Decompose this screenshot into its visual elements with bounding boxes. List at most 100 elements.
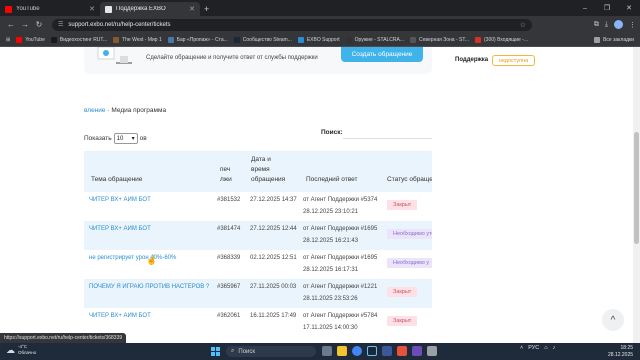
app-icon[interactable]	[427, 346, 437, 356]
cloud-icon: ☁	[6, 344, 15, 355]
youtube-icon	[16, 36, 23, 43]
task-view-icon[interactable]	[322, 346, 332, 356]
bookmark-label: Оружие - STALCRA...	[354, 36, 405, 43]
ticket-date: 16.11.2025 17:49	[250, 313, 297, 319]
clock-date: 28.12.2025	[608, 351, 634, 358]
link-status-url: https://support.exbo.net/ru/help-center/…	[0, 333, 127, 343]
col-id[interactable]: печ лжи	[220, 165, 232, 185]
scroll-to-top-button[interactable]: ^	[602, 309, 624, 331]
breadcrumb-current: Медиа программа	[111, 107, 167, 114]
bookmark-item[interactable]: Оружие - STALCRA...	[345, 36, 405, 43]
status-badge: Закрыт	[387, 287, 418, 297]
bookmark-label: The West - Мир 1	[122, 36, 162, 43]
tab-exbo-support[interactable]: Поддержка EXBO ✕	[100, 2, 200, 16]
bookmark-item[interactable]: Сообщество Steam...	[233, 36, 292, 43]
the-west-icon	[113, 36, 120, 43]
back-icon[interactable]: ←	[4, 20, 18, 29]
bookmark-label: Все закладки	[603, 36, 634, 43]
col-last-answer[interactable]: Последний ответ	[306, 175, 357, 185]
language-indicator[interactable]: РУС	[528, 345, 539, 351]
bookmark-item[interactable]: The West - Мир 1	[113, 36, 162, 43]
ticket-date: 27.12.2025 12:44	[250, 226, 297, 232]
col-date[interactable]: Дата и время обращения	[251, 155, 285, 185]
col-date-line: Дата и	[251, 156, 271, 163]
ticket-id: #362061	[217, 313, 241, 319]
table-row[interactable]: ЧИТЕР ВХ+ АИМ БОТ #381532 27.12.2025 14:…	[84, 192, 432, 221]
bookmark-item[interactable]: Северная Зона - ST...	[410, 36, 469, 43]
last-answer-date: 28.12.2025 16:21:43	[303, 238, 359, 244]
bookmark-item[interactable]: EXBO Support	[297, 36, 340, 43]
search-input[interactable]	[343, 128, 432, 139]
minimize-button[interactable]: –	[574, 0, 596, 16]
ticket-subject-link[interactable]: ПОЧЕМУ Я ИГРАЮ ПРОТИВ НАСТЕРОВ ?	[89, 281, 209, 293]
rutube-icon	[50, 36, 57, 43]
bookmark-star-icon[interactable]: ☆	[520, 21, 526, 29]
youtube-icon	[5, 5, 12, 13]
ticket-subject-link[interactable]: ЧИТЕР ВХ+ АИМ БОТ	[89, 310, 151, 322]
col-status[interactable]: Статус обраще	[387, 175, 432, 185]
weather-widget[interactable]: ☁ -4°C Облачно	[6, 344, 36, 356]
new-tab-button[interactable]: +	[204, 2, 209, 16]
stalcraft-icon	[345, 36, 352, 43]
table-row[interactable]: не регистрирует урон 40%-60% #368339 02.…	[84, 250, 432, 279]
page-size-value: 10	[116, 135, 124, 142]
table-row[interactable]: ЧИТЕР ВХ+ АИМ БОТ #381474 27.12.2025 12:…	[84, 221, 432, 250]
col-id-line: печ	[220, 166, 231, 173]
last-answer: от Агент Поддержки #5374	[303, 197, 378, 203]
downloads-icon[interactable]: ⤓	[605, 21, 608, 29]
toolbar-right: ⧉ ⤓ ⋮	[594, 20, 636, 29]
show-label: Показать	[84, 135, 112, 142]
app-icon[interactable]	[412, 346, 422, 356]
ticket-subject-link[interactable]: не регистрирует урон 40%-60%	[89, 252, 176, 264]
app-icon[interactable]	[397, 346, 407, 356]
close-tab-icon[interactable]: ✕	[89, 5, 95, 13]
last-answer-date: 28.12.2025 23:10:21	[303, 209, 359, 215]
clock[interactable]: 18:25 28.12.2025	[608, 345, 633, 358]
file-explorer-icon[interactable]	[337, 346, 347, 356]
bookmark-item[interactable]: Видеохостинг RUT...	[50, 36, 108, 43]
site-info-icon[interactable]: ☰	[58, 21, 63, 28]
chrome-icon[interactable]	[352, 346, 362, 356]
search-icon: ⌕	[231, 348, 235, 354]
address-bar[interactable]: ☰ support.exbo.net/ru/help-center/ticket…	[52, 18, 532, 31]
page-size-select[interactable]: 10 ▾	[113, 133, 138, 144]
app-icon[interactable]	[382, 346, 392, 356]
network-icon[interactable]: ⌂	[544, 345, 547, 351]
forward-icon[interactable]: →	[18, 20, 32, 29]
taskbar-search[interactable]: ⌕ Поиск	[226, 346, 316, 357]
profile-avatar[interactable]	[614, 20, 623, 29]
volume-icon[interactable]: ♪	[553, 345, 556, 351]
bookmark-item[interactable]: YouTube	[16, 36, 45, 43]
bookmark-label: Видеохостинг RUT...	[59, 36, 108, 43]
steam-icon[interactable]	[367, 346, 377, 356]
scroll-thumb[interactable]	[634, 132, 639, 244]
apps-icon[interactable]: ⊞	[6, 37, 10, 43]
support-label: Поддержка	[455, 57, 489, 63]
close-window-button[interactable]: ✕	[618, 0, 640, 16]
ticket-id: #381532	[217, 197, 241, 203]
tray-arrow-icon[interactable]: ˄	[520, 345, 523, 351]
reload-icon[interactable]: ↻	[32, 20, 46, 29]
bookmark-item[interactable]: Бар «Пропаж» - Ста...	[167, 36, 228, 43]
ticket-subject-link[interactable]: ЧИТЕР ВХ+ АИМ БОТ	[89, 223, 151, 235]
table-header: Тема обращение печ лжи Дата и время обращен…	[84, 151, 432, 192]
table-row[interactable]: ПОЧЕМУ Я ИГРАЮ ПРОТИВ НАСТЕРОВ ? #365967…	[84, 279, 432, 308]
breadcrumb-link[interactable]: вление	[84, 107, 106, 114]
last-answer: от Агент Поддержки #1695	[303, 226, 378, 232]
maximize-button[interactable]: ❐	[596, 0, 618, 16]
page-content: Сделайте обращение и получите ответ от с…	[0, 47, 640, 345]
page-scrollbar[interactable]	[633, 47, 640, 345]
start-button[interactable]	[211, 347, 220, 356]
col-subject[interactable]: Тема обращение	[91, 175, 142, 185]
ticket-subject-link[interactable]: ЧИТЕР ВХ+ АИМ БОТ	[89, 194, 151, 206]
create-ticket-button[interactable]: Создать обращение	[341, 47, 423, 62]
bookmark-item[interactable]: (300) Входящие -...	[475, 36, 528, 43]
ticket-id: #368339	[217, 255, 241, 261]
table-row[interactable]: ЧИТЕР ВХ+ АИМ БОТ #362061 16.11.2025 17:…	[84, 308, 432, 337]
tab-youtube[interactable]: YouTube ✕	[0, 2, 100, 16]
status-badge: Закрыт	[387, 316, 418, 326]
close-tab-icon[interactable]: ✕	[189, 5, 195, 13]
menu-icon[interactable]: ⋮	[629, 21, 636, 29]
extensions-icon[interactable]: ⧉	[594, 21, 599, 29]
all-bookmarks[interactable]: Все закладки	[594, 36, 634, 43]
